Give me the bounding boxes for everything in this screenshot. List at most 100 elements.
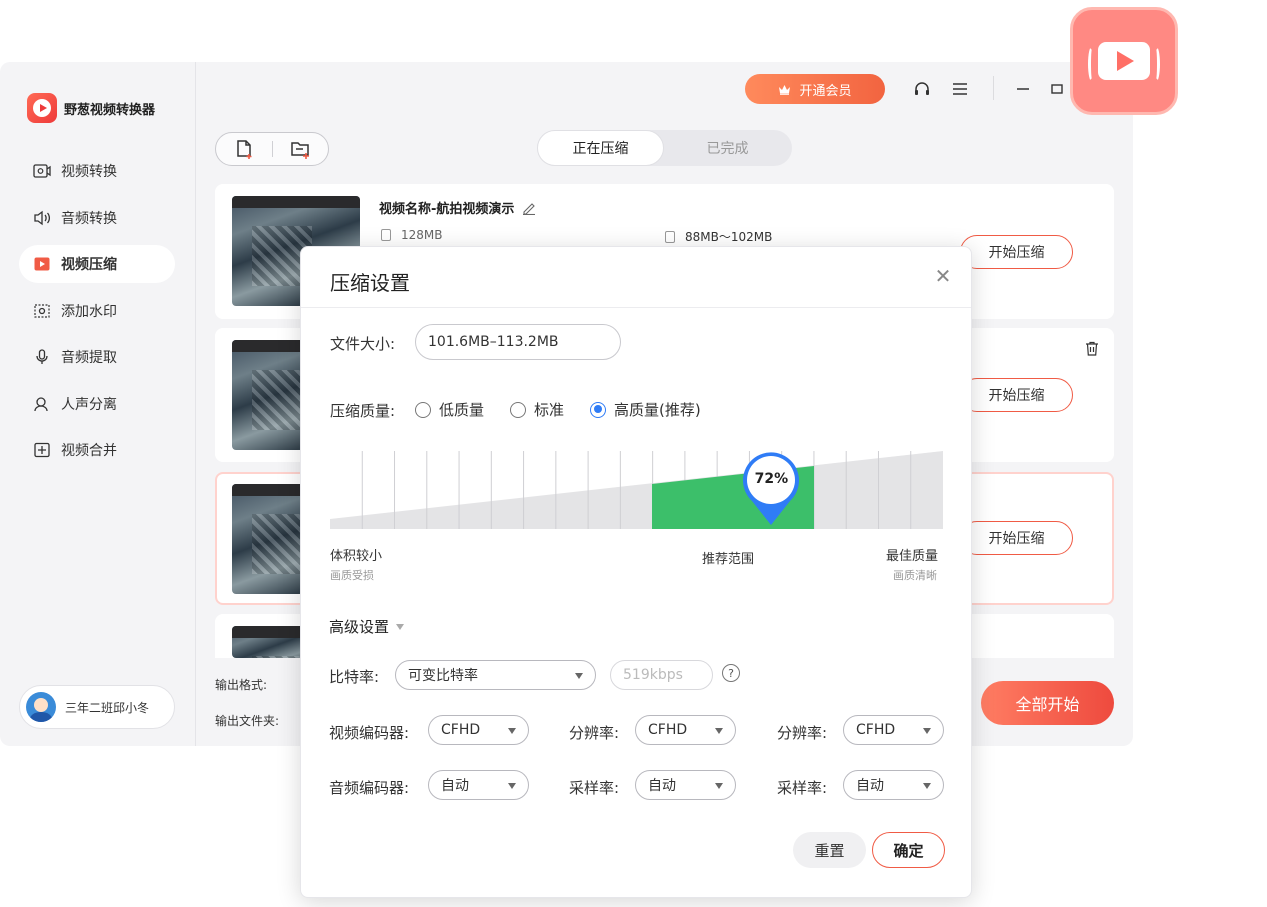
quality-slider[interactable]: 72% xyxy=(330,451,943,529)
quality-slider-graphic xyxy=(330,451,943,529)
user-profile[interactable]: 三年二班邱小冬 xyxy=(19,685,175,729)
divider xyxy=(301,307,971,308)
resolution-label: 分辨率: xyxy=(777,724,828,742)
dropdown-arrow-icon xyxy=(508,783,516,789)
radio-high-quality[interactable]: 高质量(推荐) xyxy=(590,399,701,420)
video-codec-label: 视频编码器: xyxy=(329,724,410,742)
bitrate-mode-select[interactable]: 可变比特率 xyxy=(395,660,596,690)
select-value: 自动 xyxy=(648,778,676,794)
video-convert-icon xyxy=(33,163,51,179)
sidebar-item-label: 音频提取 xyxy=(61,350,117,366)
start-compress-button[interactable]: 开始压缩 xyxy=(960,235,1073,269)
slider-mid-label: 推荐范围 xyxy=(702,552,755,567)
caret-down-icon xyxy=(396,623,405,630)
audio-codec-label: 音频编码器: xyxy=(329,779,410,797)
edit-icon[interactable] xyxy=(522,201,536,215)
slider-left-sub: 画质受损 xyxy=(330,569,374,582)
status-tabs: 正在压缩 已完成 xyxy=(537,130,792,166)
slider-left-label: 体积较小 xyxy=(330,549,383,564)
slider-knob[interactable]: 72% xyxy=(738,451,804,529)
sidebar-item-label: 音频转换 xyxy=(61,210,117,227)
avatar xyxy=(26,692,56,722)
quality-radio-group: 低质量 标准 高质量(推荐) xyxy=(415,399,727,420)
file-icon xyxy=(665,230,675,243)
file-size-field[interactable]: 101.6MB–113.2MB xyxy=(415,324,621,360)
file-name: 视频名称-航拍视频演示 xyxy=(379,198,536,217)
output-folder-label: 输出文件夹: xyxy=(215,714,280,728)
sidebar-item-video-compress[interactable]: 视频压缩 xyxy=(19,245,175,283)
start-all-button[interactable]: 全部开始 xyxy=(981,681,1114,725)
dropdown-arrow-icon xyxy=(923,728,931,734)
select-value: 可变比特率 xyxy=(408,668,478,684)
slider-right-label: 最佳质量 xyxy=(886,549,939,564)
radio-dot xyxy=(590,401,607,418)
tab-completed[interactable]: 已完成 xyxy=(664,130,791,166)
delete-icon[interactable] xyxy=(1085,341,1099,356)
menu-icon[interactable] xyxy=(950,79,970,99)
output-format-label: 输出格式: xyxy=(215,678,268,692)
source-size-text: 128MB xyxy=(401,228,443,242)
add-file-group xyxy=(215,132,329,166)
radio-low-quality[interactable]: 低质量 xyxy=(415,399,484,420)
radio-label: 低质量 xyxy=(439,401,485,419)
confirm-button[interactable]: 确定 xyxy=(872,832,945,868)
output-size-text: 88MB～102MB xyxy=(685,230,773,244)
source-size: 128MB xyxy=(381,228,443,242)
brand: 野葱视频转换器 xyxy=(27,93,155,123)
select-value: CFHD xyxy=(441,722,481,738)
sidebar-item-audio-extract[interactable]: 音频提取 xyxy=(19,338,175,376)
select-value: CFHD xyxy=(856,722,896,738)
video-codec-select[interactable]: CFHD xyxy=(428,715,529,745)
dropdown-arrow-icon xyxy=(508,728,516,734)
tab-compressing[interactable]: 正在压缩 xyxy=(537,130,664,166)
close-icon[interactable]: ✕ xyxy=(934,264,952,288)
sidebar-nav: 视频转换 音频转换 视频压缩 添加水印 音频提取 人声分离 视频合并 xyxy=(19,152,175,478)
add-folder-icon xyxy=(291,142,310,159)
sample-rate-select[interactable]: 自动 xyxy=(843,770,944,800)
vip-button[interactable]: 开通会员 xyxy=(745,74,885,104)
sidebar-item-audio-convert[interactable]: 音频转换 xyxy=(19,199,175,237)
radio-label: 高质量(推荐) xyxy=(614,401,701,419)
watermark-icon xyxy=(33,303,51,319)
sidebar-item-label: 视频转换 xyxy=(61,164,117,180)
resolution-select[interactable]: CFHD xyxy=(635,715,736,745)
reset-button[interactable]: 重置 xyxy=(793,832,866,868)
advanced-settings-toggle[interactable]: 高级设置 xyxy=(329,616,405,637)
bitrate-value-field: 519kbps xyxy=(610,660,713,690)
add-file-button[interactable] xyxy=(216,133,272,165)
audio-extract-icon xyxy=(33,349,51,365)
compress-settings-dialog: 压缩设置 ✕ 文件大小: 101.6MB–113.2MB 压缩质量: 低质量 标… xyxy=(300,246,972,898)
bitrate-label: 比特率: xyxy=(329,668,380,686)
sidebar-item-voice-separate[interactable]: 人声分离 xyxy=(19,385,175,423)
sidebar-item-watermark[interactable]: 添加水印 xyxy=(19,292,175,330)
sidebar-item-video-convert[interactable]: 视频转换 xyxy=(19,152,175,190)
quality-label: 压缩质量: xyxy=(330,402,396,420)
app-name: 野葱视频转换器 xyxy=(64,102,156,118)
advanced-settings-title: 高级设置 xyxy=(329,618,390,636)
sample-rate-select[interactable]: 自动 xyxy=(635,770,736,800)
resolution-label: 分辨率: xyxy=(569,724,620,742)
sidebar-item-label: 添加水印 xyxy=(61,303,117,320)
vip-label: 开通会员 xyxy=(799,83,852,99)
sidebar-item-video-merge[interactable]: 视频合并 xyxy=(19,431,175,469)
radio-label: 标准 xyxy=(534,401,565,419)
toolbar-divider xyxy=(993,76,994,100)
slider-track xyxy=(330,451,943,529)
radio-standard[interactable]: 标准 xyxy=(510,399,564,420)
maximize-icon[interactable] xyxy=(1047,79,1067,99)
audio-codec-select[interactable]: 自动 xyxy=(428,770,529,800)
start-compress-button[interactable]: 开始压缩 xyxy=(960,378,1073,412)
headset-icon[interactable] xyxy=(912,79,932,99)
start-compress-button[interactable]: 开始压缩 xyxy=(960,521,1073,555)
file-icon xyxy=(381,229,391,241)
sample-rate-label: 采样率: xyxy=(777,779,828,797)
resolution-select[interactable]: CFHD xyxy=(843,715,944,745)
file-size-label: 文件大小: xyxy=(330,335,396,353)
video-app-icon xyxy=(1070,7,1178,115)
add-file-icon xyxy=(237,140,252,159)
add-folder-button[interactable] xyxy=(272,133,328,165)
minimize-icon[interactable] xyxy=(1013,79,1033,99)
help-icon[interactable]: ? xyxy=(722,664,740,682)
audio-convert-icon xyxy=(33,210,51,226)
select-value: 自动 xyxy=(856,778,884,794)
